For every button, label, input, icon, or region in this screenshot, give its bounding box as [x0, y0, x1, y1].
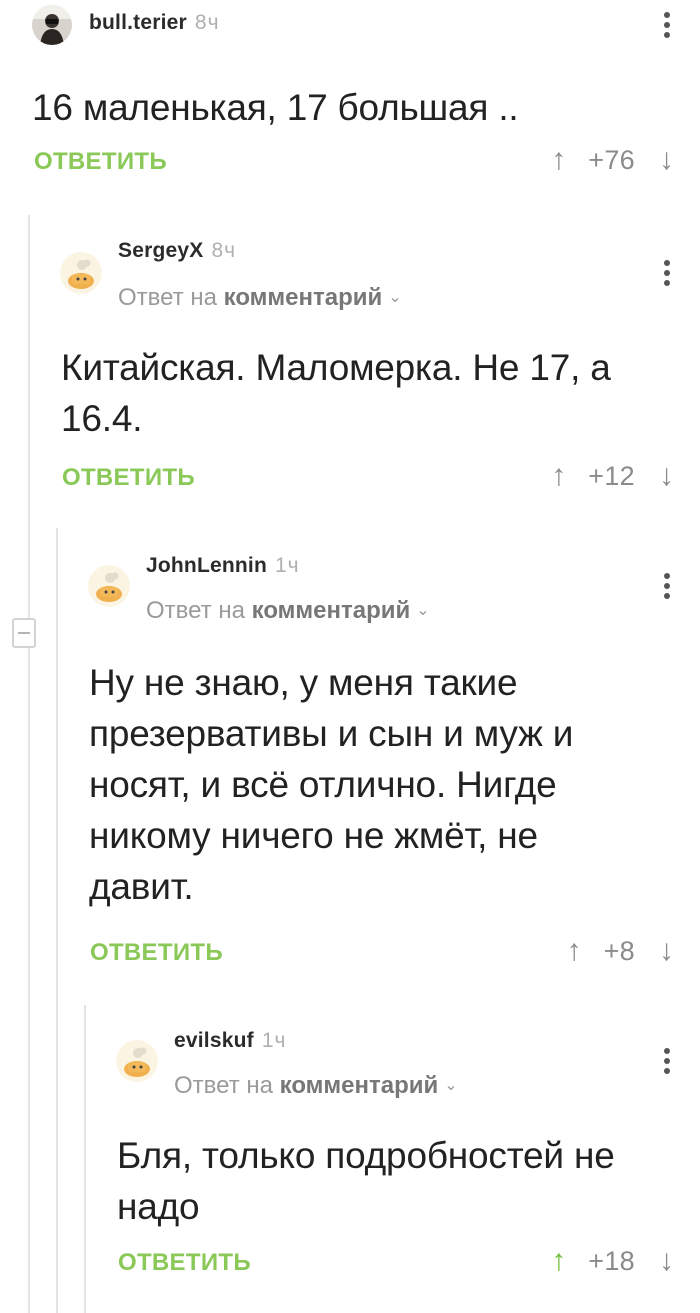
arrow-up-icon[interactable]: ↑	[551, 459, 566, 493]
arrow-down-icon[interactable]: ↓	[659, 1244, 674, 1278]
chevron-down-icon: ⌄	[444, 1077, 458, 1094]
comment-text: Ну не знаю, у меня такие презервативы и …	[89, 662, 574, 907]
rating-value: +76	[588, 144, 635, 175]
chevron-down-icon: ⌄	[388, 289, 402, 306]
rating-control: ↑ +18 ↓	[551, 1244, 674, 1278]
comment-author[interactable]: evilskuf 1ч	[174, 1029, 286, 1053]
collapse-minus-icon[interactable]	[12, 618, 36, 648]
rating-value: +12	[588, 460, 635, 491]
comment-time: 1ч	[275, 554, 300, 577]
rating-value: +8	[603, 935, 635, 966]
comment-author[interactable]: bull.terier 8ч	[89, 11, 220, 35]
thread-line-level-1[interactable]	[28, 215, 30, 1313]
rating-control: ↑ +8 ↓	[567, 934, 674, 968]
user-avatar[interactable]	[32, 5, 72, 45]
comment-time: 1ч	[261, 1029, 287, 1052]
arrow-up-icon[interactable]: ↑	[551, 1244, 566, 1278]
more-vertical-icon[interactable]	[664, 260, 670, 286]
comment-sergeyx: SergeyX 8ч Ответ на комментарий ⌄ Китайска…	[56, 230, 700, 530]
more-vertical-icon[interactable]	[664, 12, 670, 38]
comment-time: 8ч	[211, 239, 237, 262]
comment-time: 8ч	[194, 11, 220, 34]
comment-text: Китайская. Маломерка. Не 17, а 16.4.	[61, 347, 611, 439]
thread-line-level-3[interactable]	[84, 1005, 86, 1313]
comment-text: 16 маленькая, 17 большая ..	[32, 87, 519, 128]
comment-evilskuf: evilskuf 1ч Ответ на комментарий ⌄ Бля, то…	[112, 1020, 700, 1313]
rating-control: ↑ +12 ↓	[551, 459, 674, 493]
comment-bull-terier: bull.terier 8ч 16 маленькая, 17 большая .…	[0, 0, 700, 200]
comment-text: Бля, только подробностей не надо	[117, 1135, 615, 1227]
reply-button[interactable]: ОТВЕТИТЬ	[90, 939, 223, 967]
comment-johnlennin: JohnLennin 1ч Ответ на комментарий ⌄ Ну не…	[84, 545, 700, 995]
reply-button[interactable]: ОТВЕТИТЬ	[62, 464, 195, 492]
arrow-up-icon[interactable]: ↑	[551, 143, 566, 177]
reply-to-link[interactable]: Ответ на комментарий ⌄	[174, 1072, 458, 1100]
chevron-down-icon: ⌄	[416, 602, 430, 619]
rating-value: +18	[588, 1245, 635, 1276]
user-avatar[interactable]	[88, 565, 130, 607]
reply-to-link[interactable]: Ответ на комментарий ⌄	[118, 284, 402, 312]
more-vertical-icon[interactable]	[664, 1048, 670, 1074]
arrow-down-icon[interactable]: ↓	[659, 459, 674, 493]
comment-author[interactable]: SergeyX 8ч	[118, 239, 236, 263]
rating-control: ↑ +76 ↓	[551, 143, 674, 177]
comments-thread: bull.terier 8ч 16 маленькая, 17 большая .…	[0, 0, 700, 1313]
user-avatar[interactable]	[60, 252, 102, 294]
comment-author[interactable]: JohnLennin 1ч	[146, 554, 300, 578]
more-vertical-icon[interactable]	[664, 573, 670, 599]
reply-button[interactable]: ОТВЕТИТЬ	[34, 148, 167, 176]
arrow-down-icon[interactable]: ↓	[659, 934, 674, 968]
reply-to-link[interactable]: Ответ на комментарий ⌄	[146, 597, 430, 625]
thread-line-level-2[interactable]	[56, 528, 58, 1313]
arrow-up-icon[interactable]: ↑	[567, 934, 582, 968]
arrow-down-icon[interactable]: ↓	[659, 143, 674, 177]
reply-button[interactable]: ОТВЕТИТЬ	[118, 1249, 251, 1277]
user-avatar[interactable]	[116, 1040, 158, 1082]
